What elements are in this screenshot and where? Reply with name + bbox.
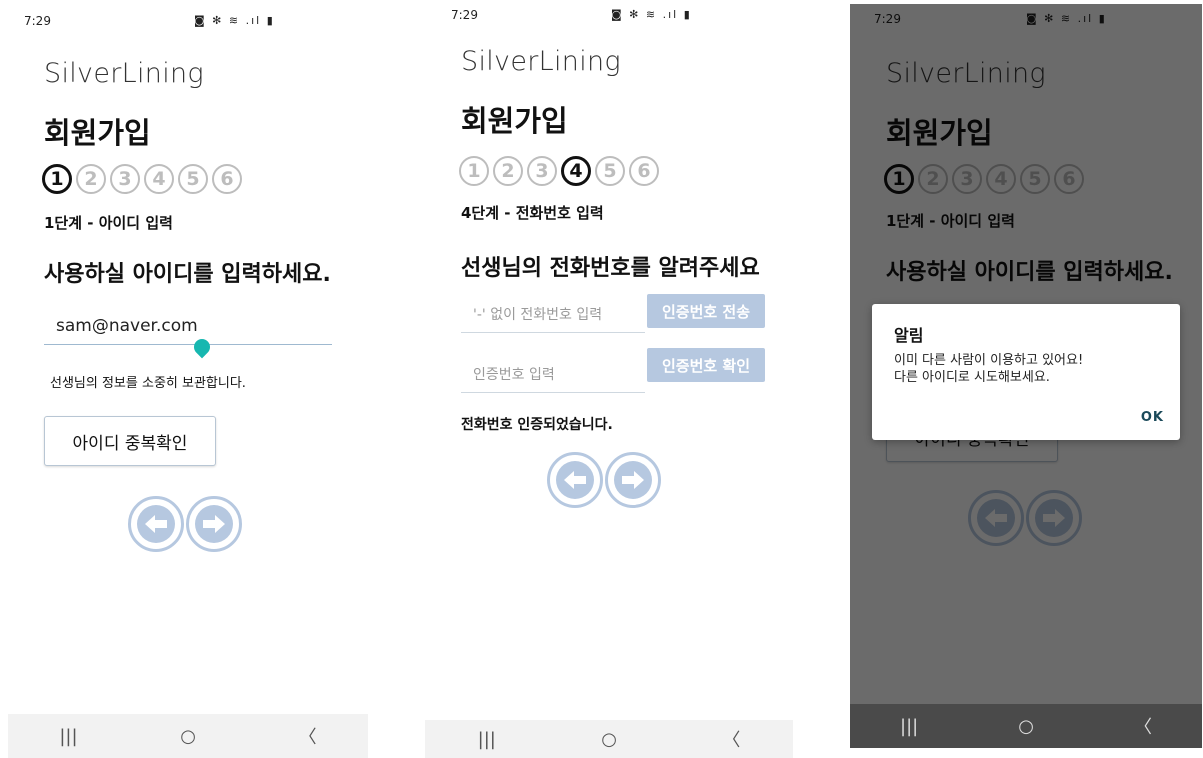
alert-dialog: 알림 이미 다른 사람이 이용하고 있어요! 다른 아이디로 시도해보세요. O… <box>872 304 1180 440</box>
page-title: 회원가입 <box>44 116 151 150</box>
step-2-icon: 2 <box>493 156 523 186</box>
back-icon[interactable]: 〈 <box>1134 713 1152 739</box>
status-bar: 7:29 ◙ ✻ ≋ .ıl ▮ <box>425 8 793 26</box>
id-input[interactable]: sam@naver.com <box>44 314 332 345</box>
nav-arrows <box>547 452 661 508</box>
status-bar: 7:29 ◙ ✻ ≋ .ıl ▮ <box>8 14 368 32</box>
system-nav-bar: ||| ○ 〈 <box>850 704 1202 748</box>
status-system-icons: ◙ ✻ ≋ .ıl ▮ <box>194 14 275 27</box>
home-icon[interactable]: ○ <box>180 726 196 747</box>
verification-code-placeholder: 인증번호 입력 <box>473 367 555 383</box>
home-icon[interactable]: ○ <box>1018 716 1034 737</box>
back-icon[interactable]: 〈 <box>299 723 317 749</box>
dialog-title: 알림 <box>894 326 924 345</box>
step-3-icon: 3 <box>110 164 140 194</box>
arrow-left-icon <box>556 461 594 499</box>
next-button[interactable] <box>186 496 242 552</box>
recent-apps-icon[interactable]: ||| <box>900 716 918 737</box>
prev-button[interactable] <box>128 496 184 552</box>
arrow-right-icon <box>614 461 652 499</box>
question-text: 선생님의 전화번호를 알려주세요 <box>461 256 760 281</box>
verify-code-button[interactable]: 인증번호 확인 <box>647 348 765 382</box>
step-indicator: 1 2 3 4 5 6 <box>42 164 242 200</box>
phone-number-placeholder: '-' 없이 전화번호 입력 <box>473 307 603 323</box>
dialog-message: 이미 다른 사람이 이용하고 있어요! 다른 아이디로 시도해보세요. <box>894 352 1083 386</box>
step-label: 1단계 - 아이디 입력 <box>44 214 173 232</box>
verification-code-input[interactable]: 인증번호 입력 <box>461 354 645 393</box>
step-6-icon: 6 <box>629 156 659 186</box>
id-duplicate-check-button[interactable]: 아이디 중복확인 <box>44 416 216 466</box>
nav-arrows <box>128 496 242 552</box>
step-5-icon: 5 <box>595 156 625 186</box>
step-3-icon: 3 <box>527 156 557 186</box>
dialog-ok-button[interactable]: OK <box>1141 410 1164 425</box>
arrow-left-icon <box>137 505 175 543</box>
step-1-icon: 1 <box>42 164 72 194</box>
phone-number-input[interactable]: '-' 없이 전화번호 입력 <box>461 294 645 333</box>
step-label: 4단계 - 전화번호 입력 <box>461 204 604 222</box>
step-4-icon: 4 <box>144 164 174 194</box>
system-nav-bar: ||| ○ 〈 <box>8 714 368 758</box>
home-icon[interactable]: ○ <box>601 729 617 750</box>
arrow-right-icon <box>195 505 233 543</box>
app-brand: SilverLining <box>461 46 621 77</box>
next-button[interactable] <box>605 452 661 508</box>
privacy-note: 선생님의 정보를 소중히 보관합니다. <box>50 376 246 391</box>
send-code-button[interactable]: 인증번호 전송 <box>647 294 765 328</box>
dialog-message-line-2: 다른 아이디로 시도해보세요. <box>894 370 1050 385</box>
prev-button[interactable] <box>547 452 603 508</box>
status-time: 7:29 <box>24 14 51 28</box>
status-system-icons: ◙ ✻ ≋ .ıl ▮ <box>611 8 692 21</box>
step-indicator: 1 2 3 4 5 6 <box>459 156 659 192</box>
back-icon[interactable]: 〈 <box>722 726 740 752</box>
step-4-icon: 4 <box>561 156 591 186</box>
phone-verified-note: 전화번호 인증되었습니다. <box>461 417 613 433</box>
phone-screen-id-step: 7:29 ◙ ✻ ≋ .ıl ▮ SilverLining 회원가입 1 2 3… <box>8 6 368 758</box>
app-brand: SilverLining <box>44 58 204 89</box>
id-input-value: sam@naver.com <box>56 316 198 336</box>
status-time: 7:29 <box>451 8 478 22</box>
phone-screen-phone-step: 7:29 ◙ ✻ ≋ .ıl ▮ SilverLining 회원가입 1 2 3… <box>425 0 793 758</box>
page-title: 회원가입 <box>461 104 568 138</box>
dialog-message-line-1: 이미 다른 사람이 이용하고 있어요! <box>894 353 1084 368</box>
step-1-icon: 1 <box>459 156 489 186</box>
phone-screen-duplicate-alert: 7:29 ◙ ✻ ≋ .ıl ▮ SilverLining 회원가입 1 2 3… <box>850 4 1202 748</box>
step-5-icon: 5 <box>178 164 208 194</box>
recent-apps-icon[interactable]: ||| <box>478 729 496 750</box>
system-nav-bar: ||| ○ 〈 <box>425 720 793 758</box>
recent-apps-icon[interactable]: ||| <box>59 726 77 747</box>
step-2-icon: 2 <box>76 164 106 194</box>
step-6-icon: 6 <box>212 164 242 194</box>
question-text: 사용하실 아이디를 입력하세요. <box>44 262 331 287</box>
